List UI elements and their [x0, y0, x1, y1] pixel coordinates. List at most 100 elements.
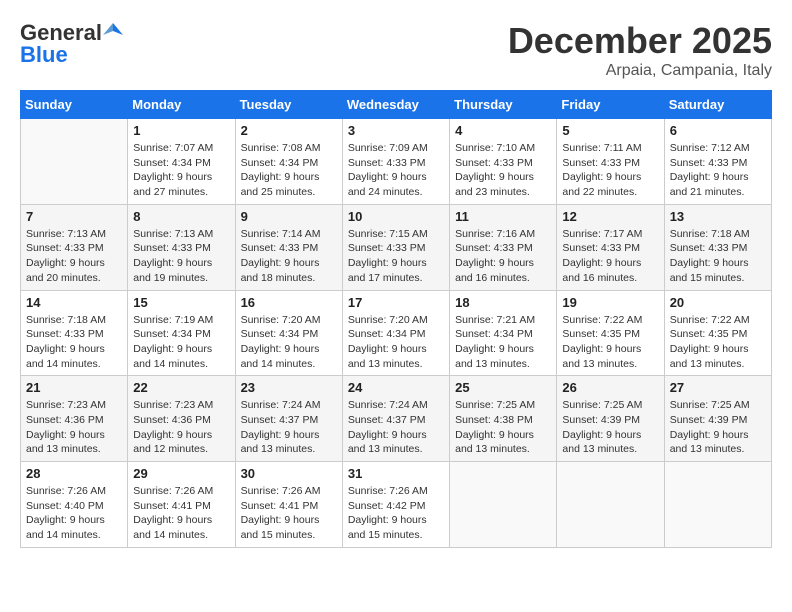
day-info: Sunrise: 7:18 AM Sunset: 4:33 PM Dayligh… [26, 313, 122, 372]
calendar-cell [664, 462, 771, 548]
calendar-table: SundayMondayTuesdayWednesdayThursdayFrid… [20, 90, 772, 548]
day-number: 11 [455, 209, 551, 224]
calendar-cell: 10 Sunrise: 7:15 AM Sunset: 4:33 PM Dayli… [342, 204, 449, 290]
calendar-cell: 19 Sunrise: 7:22 AM Sunset: 4:35 PM Dayli… [557, 290, 664, 376]
day-number: 28 [26, 466, 122, 481]
calendar-cell: 2 Sunrise: 7:08 AM Sunset: 4:34 PM Daylig… [235, 119, 342, 205]
day-number: 18 [455, 295, 551, 310]
day-info: Sunrise: 7:19 AM Sunset: 4:34 PM Dayligh… [133, 313, 229, 372]
day-info: Sunrise: 7:25 AM Sunset: 4:39 PM Dayligh… [562, 398, 658, 457]
calendar-cell: 29Sunrise: 7:26 AM Sunset: 4:41 PM Dayli… [128, 462, 235, 548]
day-number: 22 [133, 380, 229, 395]
day-info: Sunrise: 7:25 AM Sunset: 4:39 PM Dayligh… [670, 398, 766, 457]
calendar-cell: 8Sunrise: 7:13 AM Sunset: 4:33 PM Daylig… [128, 204, 235, 290]
day-info: Sunrise: 7:08 AM Sunset: 4:34 PM Dayligh… [241, 141, 337, 200]
day-info: Sunrise: 7:22 AM Sunset: 4:35 PM Dayligh… [562, 313, 658, 372]
calendar-cell: 9 Sunrise: 7:14 AM Sunset: 4:33 PM Daylig… [235, 204, 342, 290]
day-info: Sunrise: 7:09 AM Sunset: 4:33 PM Dayligh… [348, 141, 444, 200]
day-number: 20 [670, 295, 766, 310]
col-header-thursday: Thursday [450, 91, 557, 119]
day-number: 30 [241, 466, 337, 481]
calendar-cell: 26Sunrise: 7:25 AM Sunset: 4:39 PM Dayli… [557, 376, 664, 462]
day-info: Sunrise: 7:26 AM Sunset: 4:42 PM Dayligh… [348, 484, 444, 543]
day-info: Sunrise: 7:24 AM Sunset: 4:37 PM Dayligh… [241, 398, 337, 457]
calendar-cell: 31 Sunrise: 7:26 AM Sunset: 4:42 PM Dayli… [342, 462, 449, 548]
day-info: Sunrise: 7:18 AM Sunset: 4:33 PM Dayligh… [670, 227, 766, 286]
day-info: Sunrise: 7:20 AM Sunset: 4:34 PM Dayligh… [241, 313, 337, 372]
day-number: 23 [241, 380, 337, 395]
day-info: Sunrise: 7:23 AM Sunset: 4:36 PM Dayligh… [133, 398, 229, 457]
logo-text-blue: Blue [20, 42, 68, 68]
calendar-cell: 25 Sunrise: 7:25 AM Sunset: 4:38 PM Dayli… [450, 376, 557, 462]
calendar-cell: 27 Sunrise: 7:25 AM Sunset: 4:39 PM Dayli… [664, 376, 771, 462]
logo: General Blue [20, 20, 123, 68]
calendar-cell [557, 462, 664, 548]
calendar-cell: 18 Sunrise: 7:21 AM Sunset: 4:34 PM Dayli… [450, 290, 557, 376]
calendar-cell: 17 Sunrise: 7:20 AM Sunset: 4:34 PM Dayli… [342, 290, 449, 376]
day-info: Sunrise: 7:12 AM Sunset: 4:33 PM Dayligh… [670, 141, 766, 200]
day-info: Sunrise: 7:24 AM Sunset: 4:37 PM Dayligh… [348, 398, 444, 457]
col-header-tuesday: Tuesday [235, 91, 342, 119]
calendar-cell [21, 119, 128, 205]
day-info: Sunrise: 7:22 AM Sunset: 4:35 PM Dayligh… [670, 313, 766, 372]
calendar-cell: 21 Sunrise: 7:23 AM Sunset: 4:36 PM Dayli… [21, 376, 128, 462]
calendar-cell: 4Sunrise: 7:10 AM Sunset: 4:33 PM Daylig… [450, 119, 557, 205]
day-number: 12 [562, 209, 658, 224]
day-number: 19 [562, 295, 658, 310]
day-number: 3 [348, 123, 444, 138]
calendar-cell: 12 Sunrise: 7:17 AM Sunset: 4:33 PM Dayli… [557, 204, 664, 290]
day-number: 7 [26, 209, 122, 224]
col-header-friday: Friday [557, 91, 664, 119]
day-info: Sunrise: 7:20 AM Sunset: 4:34 PM Dayligh… [348, 313, 444, 372]
col-header-saturday: Saturday [664, 91, 771, 119]
logo-bird-icon [103, 21, 123, 41]
day-info: Sunrise: 7:25 AM Sunset: 4:38 PM Dayligh… [455, 398, 551, 457]
calendar-cell: 30 Sunrise: 7:26 AM Sunset: 4:41 PM Dayli… [235, 462, 342, 548]
day-number: 25 [455, 380, 551, 395]
calendar-cell: 15 Sunrise: 7:19 AM Sunset: 4:34 PM Dayli… [128, 290, 235, 376]
day-number: 4 [455, 123, 551, 138]
day-number: 1 [133, 123, 229, 138]
day-number: 31 [348, 466, 444, 481]
location-subtitle: Arpaia, Campania, Italy [508, 62, 772, 80]
calendar-cell: 24 Sunrise: 7:24 AM Sunset: 4:37 PM Dayli… [342, 376, 449, 462]
day-number: 2 [241, 123, 337, 138]
calendar-cell: 7Sunrise: 7:13 AM Sunset: 4:33 PM Daylig… [21, 204, 128, 290]
day-info: Sunrise: 7:26 AM Sunset: 4:41 PM Dayligh… [241, 484, 337, 543]
day-info: Sunrise: 7:21 AM Sunset: 4:34 PM Dayligh… [455, 313, 551, 372]
day-info: Sunrise: 7:26 AM Sunset: 4:40 PM Dayligh… [26, 484, 122, 543]
col-header-sunday: Sunday [21, 91, 128, 119]
day-number: 9 [241, 209, 337, 224]
day-info: Sunrise: 7:23 AM Sunset: 4:36 PM Dayligh… [26, 398, 122, 457]
day-number: 21 [26, 380, 122, 395]
day-number: 16 [241, 295, 337, 310]
day-number: 5 [562, 123, 658, 138]
col-header-monday: Monday [128, 91, 235, 119]
day-number: 8 [133, 209, 229, 224]
day-number: 10 [348, 209, 444, 224]
calendar-cell: 5 Sunrise: 7:11 AM Sunset: 4:33 PM Daylig… [557, 119, 664, 205]
day-number: 15 [133, 295, 229, 310]
day-info: Sunrise: 7:11 AM Sunset: 4:33 PM Dayligh… [562, 141, 658, 200]
day-info: Sunrise: 7:17 AM Sunset: 4:33 PM Dayligh… [562, 227, 658, 286]
day-number: 29 [133, 466, 229, 481]
day-number: 17 [348, 295, 444, 310]
calendar-cell: 11 Sunrise: 7:16 AM Sunset: 4:33 PM Dayli… [450, 204, 557, 290]
day-number: 6 [670, 123, 766, 138]
calendar-cell: 20 Sunrise: 7:22 AM Sunset: 4:35 PM Dayli… [664, 290, 771, 376]
calendar-cell: 16 Sunrise: 7:20 AM Sunset: 4:34 PM Dayli… [235, 290, 342, 376]
page-header: General Blue December 2025 Arpaia, Campa… [20, 20, 772, 80]
title-section: December 2025 Arpaia, Campania, Italy [508, 20, 772, 80]
day-number: 27 [670, 380, 766, 395]
calendar-cell: 6 Sunrise: 7:12 AM Sunset: 4:33 PM Daylig… [664, 119, 771, 205]
day-info: Sunrise: 7:16 AM Sunset: 4:33 PM Dayligh… [455, 227, 551, 286]
calendar-cell: 28 Sunrise: 7:26 AM Sunset: 4:40 PM Dayli… [21, 462, 128, 548]
col-header-wednesday: Wednesday [342, 91, 449, 119]
day-info: Sunrise: 7:14 AM Sunset: 4:33 PM Dayligh… [241, 227, 337, 286]
calendar-cell [450, 462, 557, 548]
calendar-cell: 1 Sunrise: 7:07 AM Sunset: 4:34 PM Daylig… [128, 119, 235, 205]
day-number: 13 [670, 209, 766, 224]
day-number: 24 [348, 380, 444, 395]
day-info: Sunrise: 7:07 AM Sunset: 4:34 PM Dayligh… [133, 141, 229, 200]
day-info: Sunrise: 7:15 AM Sunset: 4:33 PM Dayligh… [348, 227, 444, 286]
